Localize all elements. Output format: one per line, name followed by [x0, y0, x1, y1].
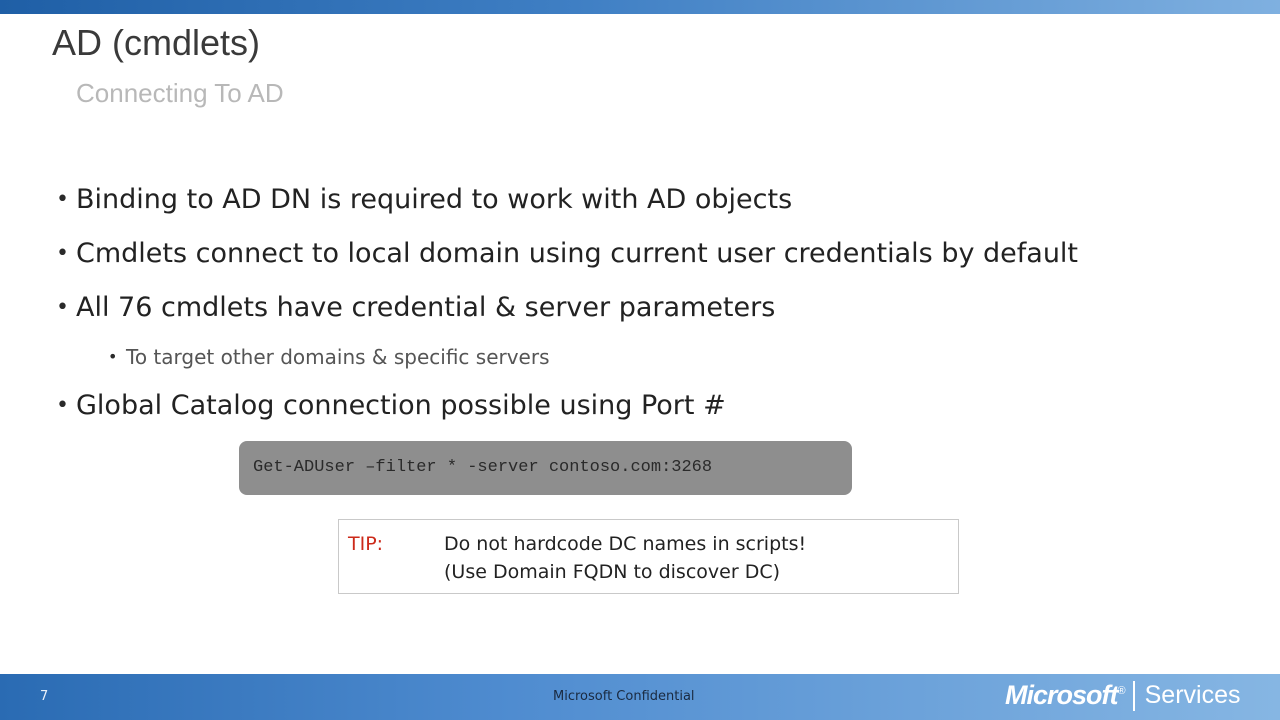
bullet-text: All 76 cmdlets have credential & server … [76, 292, 776, 323]
bullet-list: • Binding to AD DN is required to work w… [56, 180, 1256, 440]
bullet-text: Global Catalog connection possible using… [76, 390, 726, 421]
code-example: Get-ADUser –filter * -server contoso.com… [239, 441, 852, 495]
footer-bar: 7 Microsoft Confidential Microsoft® Servi… [0, 674, 1280, 720]
bullet-item: • Global Catalog connection possible usi… [56, 386, 1256, 440]
bullet-text: Cmdlets connect to local domain using cu… [76, 238, 1079, 269]
services-wordmark: Services [1144, 681, 1241, 709]
bullet-item: • Binding to AD DN is required to work w… [56, 180, 1256, 234]
bullet-item: • Cmdlets connect to local domain using … [56, 234, 1256, 288]
tip-label: TIP: [348, 533, 384, 555]
sub-bullet-item: • To target other domains & specific ser… [56, 342, 1256, 386]
slide-subtitle: Connecting To AD [76, 78, 284, 108]
tip-text-line-2: (Use Domain FQDN to discover DC) [444, 561, 780, 583]
bullet-item: • All 76 cmdlets have credential & serve… [56, 288, 1256, 342]
slide-number: 7 [40, 689, 49, 704]
bullet-text: Binding to AD DN is required to work wit… [76, 184, 793, 215]
confidential-notice: Microsoft Confidential [553, 689, 695, 704]
bullet-dot-icon: • [108, 347, 118, 366]
bullet-dot-icon: • [56, 187, 69, 212]
microsoft-wordmark: Microsoft® [1005, 680, 1126, 710]
top-accent-band [0, 0, 1280, 14]
microsoft-services-logo: Microsoft® Services [1005, 680, 1240, 714]
bullet-dot-icon: • [56, 241, 69, 266]
bullet-dot-icon: • [56, 295, 69, 320]
tip-text-line-1: Do not hardcode DC names in scripts! [444, 533, 807, 555]
sub-bullet-text: To target other domains & specific serve… [126, 345, 550, 369]
bullet-dot-icon: • [56, 393, 69, 418]
slide-title: AD (cmdlets) [52, 22, 261, 63]
logo-divider [1132, 680, 1135, 711]
tip-box: TIP: Do not hardcode DC names in scripts… [338, 519, 959, 594]
